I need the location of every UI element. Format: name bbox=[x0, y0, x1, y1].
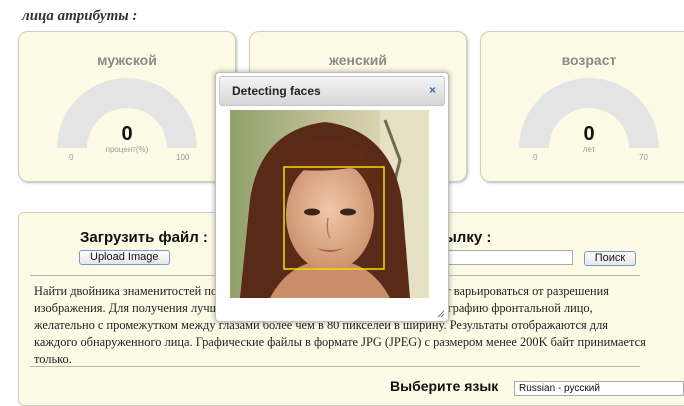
upload-url-heading: ылку : bbox=[444, 229, 492, 246]
upload-image-button[interactable]: Upload Image bbox=[79, 250, 170, 265]
gauge-unit-male: процент(%) bbox=[105, 145, 149, 154]
upload-file-heading: Загрузить файл : bbox=[80, 229, 208, 246]
gauge-min-age: 0 bbox=[533, 153, 538, 162]
gauge-max-age: 70 bbox=[639, 153, 648, 162]
dialog-title: Detecting faces bbox=[232, 84, 321, 98]
gauge-value-male: 0 bbox=[121, 123, 133, 145]
language-label: Выберите язык bbox=[390, 378, 499, 394]
gauge-card-age: возраст 0 лет 0 70 bbox=[480, 31, 684, 182]
gauge-title-age: возраст bbox=[561, 52, 617, 68]
dialog-titlebar[interactable]: Detecting faces × bbox=[219, 76, 445, 106]
gauge-unit-age: лет bbox=[582, 145, 596, 154]
search-button[interactable]: Поиск bbox=[584, 251, 636, 266]
resize-grip-icon[interactable] bbox=[437, 310, 445, 318]
section-title: лица атрибуты : bbox=[22, 8, 138, 24]
gauge-title-male: мужской bbox=[97, 52, 157, 68]
gauge-max-male: 100 bbox=[176, 153, 190, 162]
detecting-faces-dialog: Detecting faces × bbox=[215, 72, 449, 322]
language-select[interactable]: Russian - русский bbox=[514, 381, 684, 396]
gauge-title-female: женский bbox=[329, 52, 387, 68]
close-icon[interactable]: × bbox=[429, 83, 436, 97]
face-photo bbox=[230, 110, 429, 298]
gauge-card-male: мужской 0 процент(%) 0 100 bbox=[18, 31, 236, 182]
divider-bottom bbox=[30, 366, 640, 367]
gauge-min-male: 0 bbox=[69, 153, 74, 162]
gauge-value-age: 0 bbox=[583, 123, 595, 145]
